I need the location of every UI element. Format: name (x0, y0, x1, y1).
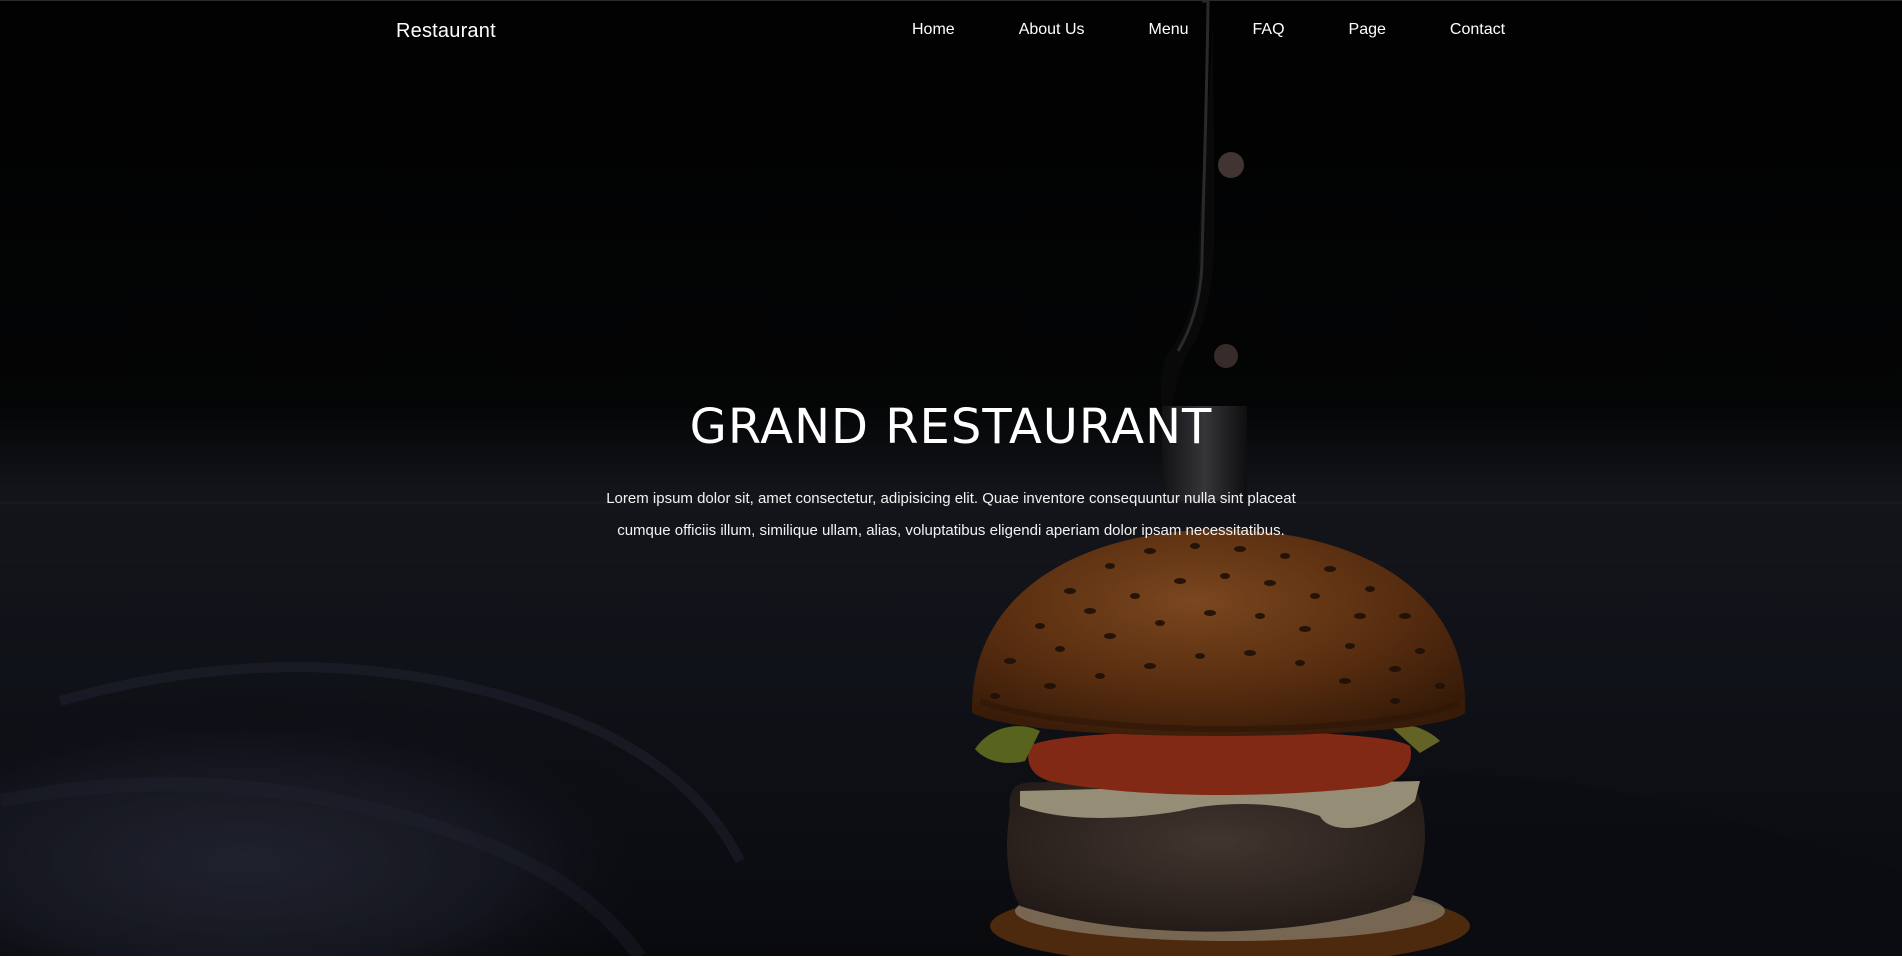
nav-link-contact[interactable]: Contact (1418, 21, 1537, 39)
nav-link-faq[interactable]: FAQ (1221, 21, 1317, 39)
brand-logo-link[interactable]: Restaurant (396, 20, 496, 43)
hero-description: Lorem ipsum dolor sit, amet consectetur,… (606, 490, 1296, 539)
hero-section: Restaurant Home About Us Menu FAQ Page C… (0, 0, 1902, 956)
nav-link-menu[interactable]: Menu (1117, 21, 1221, 39)
nav-links: Home About Us Menu FAQ Page Contact (880, 21, 1537, 39)
nav-link-page[interactable]: Page (1317, 21, 1418, 39)
top-navigation: Restaurant Home About Us Menu FAQ Page C… (0, 1, 1902, 63)
nav-link-home[interactable]: Home (880, 21, 987, 39)
hero-title: GRAND RESTAURANT (689, 399, 1213, 455)
hero-background-image (0, 1, 1902, 956)
nav-link-about-us[interactable]: About Us (987, 21, 1117, 39)
